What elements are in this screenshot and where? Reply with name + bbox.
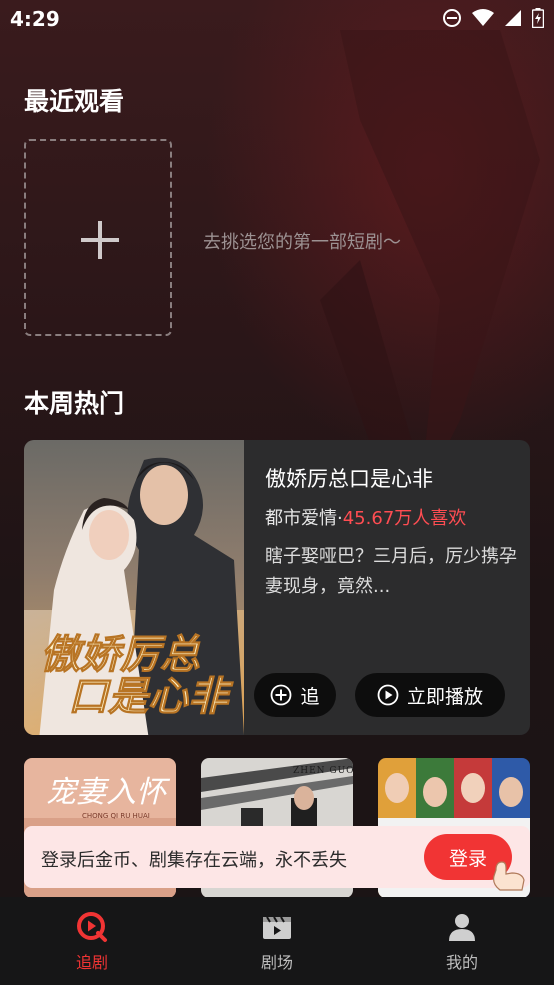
featured-drama-card[interactable]: 傲娇厉总 口是心非 傲娇厉总口是心非 都市爱情·45.67万人喜欢 瞎子娶哑巴？… [24, 440, 530, 735]
status-icons [442, 8, 544, 28]
featured-meta: 都市爱情·45.67万人喜欢 [265, 504, 466, 530]
login-banner-text: 登录后金币、剧集存在云端，永不丢失 [41, 850, 347, 871]
tab-theater[interactable]: 剧场 [222, 911, 332, 973]
login-banner[interactable]: 登录后金币、剧集存在云端，永不丢失 登录 [24, 826, 530, 891]
tab-label: 我的 [445, 953, 478, 972]
add-drama-button[interactable] [24, 139, 172, 336]
bottom-tab-bar: 追剧 剧场 我的 [0, 897, 554, 985]
login-button-label: 登录 [448, 847, 487, 870]
follow-button[interactable]: 追 [254, 673, 336, 717]
battery-charging-icon [532, 8, 544, 28]
add-circle-icon [271, 684, 292, 706]
tab-label: 追剧 [75, 953, 108, 972]
do-not-disturb-icon [443, 9, 461, 27]
person-icon [449, 914, 475, 941]
tab-label: 剧场 [260, 953, 293, 972]
featured-description: 瞎子娶哑巴？三月后，厉少携孕妻现身，竟然... [265, 546, 517, 597]
featured-likes: 45.67万人喜欢 [342, 508, 467, 529]
plus-icon [81, 221, 119, 259]
featured-title: 傲娇厉总口是心非 [265, 467, 433, 491]
featured-genre: 都市爱情 [265, 508, 337, 529]
status-bar: 4:29 [0, 0, 554, 38]
tab-follow[interactable]: 追剧 [37, 911, 147, 973]
tap-hand-icon [493, 861, 525, 891]
wifi-icon [472, 9, 494, 26]
featured-poster: 傲娇厉总 口是心非 [24, 440, 244, 735]
hot-section-title: 本周热门 [24, 389, 125, 418]
film-icon [263, 916, 291, 939]
thumbnail-title-1: 宠妻入怀 [46, 775, 171, 810]
play-circle-icon [377, 684, 399, 706]
tab-mine[interactable]: 我的 [407, 911, 517, 973]
thumbnail-subtitle-1: CHONG QI RU HUAI [82, 812, 150, 820]
poster-title-line2: 口是心非 [68, 673, 234, 720]
recent-section-title: 最近观看 [24, 87, 125, 116]
poster-title-line1: 傲娇厉总 [40, 631, 200, 678]
play-now-button[interactable]: 立即播放 [355, 673, 505, 717]
play-circle-icon [77, 912, 107, 942]
play-label: 立即播放 [406, 685, 483, 708]
follow-label: 追 [300, 685, 320, 708]
signal-icon [505, 10, 521, 26]
thumbnail-title-2: ZHEN GUO ZHIZUN [293, 766, 353, 776]
status-time: 4:29 [10, 7, 60, 31]
empty-hint: 去挑选您的第一部短剧～ [203, 232, 401, 253]
